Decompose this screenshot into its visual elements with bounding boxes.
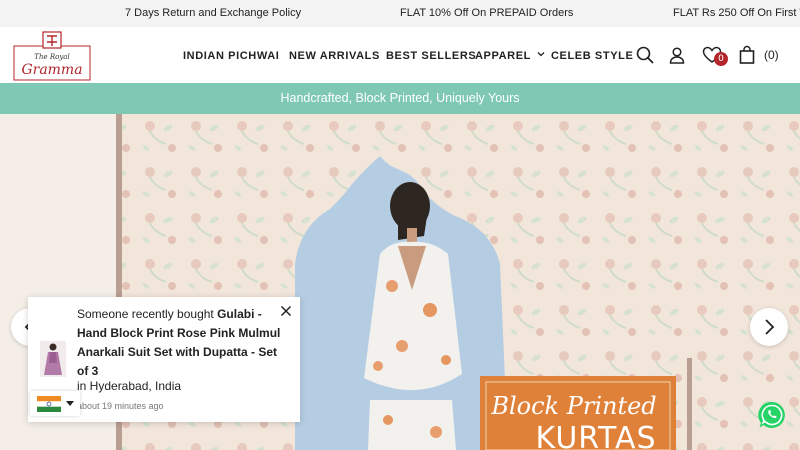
announcement-item-first-time[interactable]: FLAT Rs 250 Off On First Time [673, 7, 800, 19]
cart-count[interactable]: (0) [764, 48, 779, 62]
banner-text-line2: KURTAS [535, 421, 656, 450]
logo-text-line2: Gramma [21, 62, 82, 78]
wishlist-count-badge: 0 [714, 52, 728, 66]
announcement-bar: 7 Days Return and Exchange Policy FLAT 1… [0, 0, 800, 27]
chevron-down-icon [537, 52, 545, 57]
nav-new-arrivals[interactable]: NEW ARRIVALS [289, 50, 380, 62]
product-thumbnail[interactable] [40, 341, 66, 377]
announcement-item-returns[interactable]: 7 Days Return and Exchange Policy [125, 7, 301, 19]
announcement-item-prepaid[interactable]: FLAT 10% Off On PREPAID Orders [400, 7, 573, 19]
india-flag-icon [37, 396, 61, 412]
nav-apparel[interactable]: APPAREL [475, 50, 545, 62]
popup-message: Someone recently bought Gulabi - Hand Bl… [77, 305, 282, 381]
site-header: The Royal Gramma INDIAN PICHWAI NEW ARRI… [0, 27, 800, 83]
whatsapp-icon[interactable] [757, 400, 787, 430]
country-selector[interactable] [30, 391, 80, 416]
banner-text-line1: Block Printed [490, 392, 656, 420]
popup-time: about 19 minutes ago [77, 401, 164, 411]
popup-prefix: Someone recently bought [77, 307, 218, 321]
search-icon[interactable] [635, 45, 655, 65]
logo-text-line1: The Royal [34, 53, 69, 61]
popup-location: in Hyderabad, India [77, 379, 182, 393]
close-icon[interactable] [280, 305, 292, 317]
chevron-right-icon [765, 319, 775, 335]
brand-logo[interactable]: The Royal Gramma [12, 30, 92, 82]
account-icon[interactable] [667, 45, 687, 65]
nav-best-sellers[interactable]: BEST SELLERS [386, 50, 476, 62]
nav-apparel-label: APPAREL [475, 50, 531, 62]
slider-next-button[interactable] [750, 308, 788, 346]
tagline-bar: Handcrafted, Block Printed, Uniquely You… [0, 83, 800, 114]
nav-indian-pichwai[interactable]: INDIAN PICHWAI [183, 50, 279, 62]
caret-down-icon [66, 401, 74, 406]
shopping-bag-icon[interactable] [737, 45, 757, 65]
nav-celeb-style[interactable]: CELEB STYLE [551, 50, 633, 62]
